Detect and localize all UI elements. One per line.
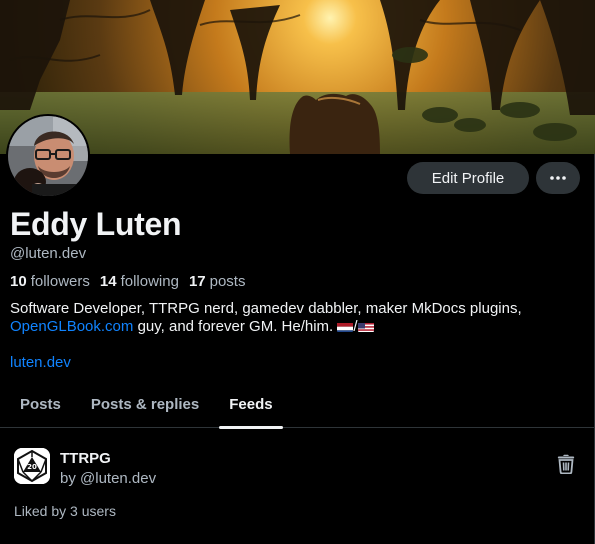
- profile-stats: 10 followers 14 following 17 posts: [10, 273, 245, 290]
- posts-stat: 17 posts: [189, 273, 246, 290]
- profile-tabs: Posts Posts & replies Feeds: [0, 380, 595, 429]
- feed-author: by @luten.dev: [60, 470, 157, 487]
- following-link[interactable]: 14 following: [100, 273, 179, 290]
- avatar[interactable]: [6, 114, 90, 198]
- banner-image: [0, 0, 595, 154]
- usa-flag-icon: [357, 321, 374, 332]
- tab-feeds[interactable]: Feeds: [219, 380, 283, 429]
- followers-link[interactable]: 10 followers: [10, 273, 90, 290]
- followers-label: followers: [30, 273, 90, 290]
- more-options-button[interactable]: [536, 162, 580, 194]
- tab-posts[interactable]: Posts: [10, 380, 71, 428]
- delete-feed-button[interactable]: [553, 451, 579, 477]
- tab-posts-and-replies[interactable]: Posts & replies: [81, 380, 209, 428]
- profile-page: Edit Profile Eddy Luten @luten.dev 10 fol…: [0, 0, 595, 544]
- netherlands-flag-icon: [337, 321, 354, 332]
- d20-dice-icon: 20: [14, 448, 50, 484]
- followers-count: 10: [10, 273, 27, 290]
- avatar-image: [8, 116, 88, 196]
- posts-count: 17: [188, 273, 206, 290]
- bio-text-1: Software Developer, TTRPG nerd, gamedev …: [10, 300, 522, 317]
- website-link[interactable]: luten.dev: [10, 354, 71, 371]
- following-count: 14: [99, 273, 117, 290]
- svg-text:20: 20: [27, 463, 37, 471]
- bio-text-2: guy, and forever GM. He/him.: [133, 318, 338, 335]
- edit-profile-button[interactable]: Edit Profile: [407, 162, 529, 194]
- feed-card[interactable]: 20 TTRPG by @luten.dev Liked by 3 users: [0, 429, 595, 544]
- trash-icon: [557, 454, 575, 474]
- profile-bio: Software Developer, TTRPG nerd, gamedev …: [10, 300, 580, 336]
- profile-banner[interactable]: [0, 0, 595, 154]
- ellipsis-icon: [550, 176, 566, 180]
- following-label: following: [120, 273, 179, 290]
- bio-flag-separator: /: [353, 318, 358, 335]
- feed-title[interactable]: TTRPG: [60, 450, 111, 467]
- profile-handle: @luten.dev: [10, 245, 87, 262]
- bio-link[interactable]: OpenGLBook.com: [10, 318, 133, 335]
- posts-label: posts: [209, 273, 246, 290]
- feed-likes-link[interactable]: Liked by 3 users: [14, 503, 116, 519]
- display-name: Eddy Luten: [10, 206, 182, 242]
